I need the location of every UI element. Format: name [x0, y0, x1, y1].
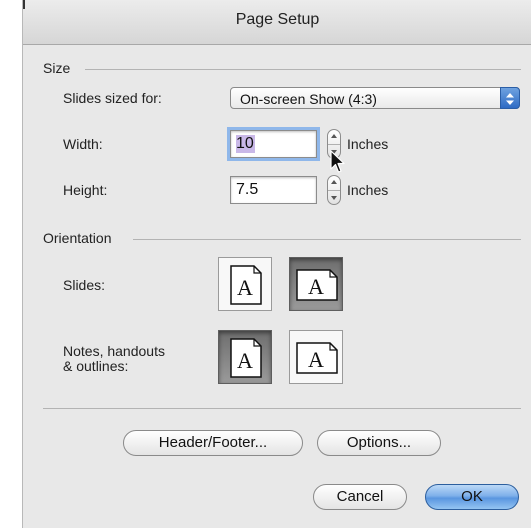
width-stepper[interactable] [327, 129, 341, 159]
size-section-rule [85, 69, 521, 70]
dialog-title: Page Setup [235, 11, 320, 28]
stepper-divider [328, 144, 340, 145]
dialog-divider [43, 408, 521, 409]
title-bar-corner-mark [23, 0, 25, 9]
size-section-label: Size [43, 60, 71, 76]
landscape-page-icon: A [296, 342, 338, 374]
notes-landscape-button[interactable]: A [289, 330, 343, 384]
page-glyph: A [308, 347, 324, 372]
width-field[interactable] [227, 127, 320, 161]
slides-sized-for-label: Slides sized for: [63, 90, 162, 106]
width-label: Width: [63, 136, 103, 152]
slides-sized-for-popup[interactable]: On-screen Show (4:3) [230, 87, 520, 109]
cancel-button[interactable]: Cancel [313, 484, 407, 510]
stepper-up-arrow-icon[interactable] [331, 179, 337, 185]
width-unit-label: Inches [347, 136, 389, 152]
options-button[interactable]: Options... [317, 430, 441, 456]
slides-orientation-label: Slides: [63, 277, 106, 293]
stepper-down-arrow-icon[interactable] [331, 195, 337, 201]
height-stepper[interactable] [327, 175, 341, 205]
slides-portrait-button[interactable]: A [218, 257, 272, 311]
stepper-divider [328, 190, 340, 191]
landscape-page-icon: A [296, 269, 338, 301]
slides-landscape-button[interactable]: A [289, 257, 343, 311]
height-unit-label: Inches [347, 182, 389, 198]
page-glyph: A [237, 275, 253, 300]
stepper-down-arrow-icon[interactable] [331, 149, 337, 155]
height-input[interactable] [231, 177, 316, 203]
orientation-section-rule [133, 239, 521, 240]
header-footer-button[interactable]: Header/Footer... [123, 430, 303, 456]
portrait-page-icon: A [230, 338, 262, 378]
page-setup-dialog: Page Setup Size Slides sized for: On-scr… [22, 0, 531, 528]
height-label: Height: [63, 182, 108, 198]
notes-portrait-button[interactable]: A [218, 330, 272, 384]
height-field[interactable] [230, 176, 317, 204]
width-input[interactable] [231, 131, 316, 157]
slides-sized-for-value: On-screen Show (4:3) [240, 91, 377, 107]
ok-button[interactable]: OK [425, 484, 519, 510]
page-glyph: A [308, 274, 324, 299]
title-bar[interactable]: Page Setup [23, 0, 531, 45]
portrait-page-icon: A [230, 265, 262, 305]
notes-label-line1: Notes, handouts [63, 343, 165, 359]
orientation-section-label: Orientation [43, 230, 112, 246]
stepper-up-arrow-icon[interactable] [331, 133, 337, 139]
updown-arrows-icon [500, 87, 520, 109]
notes-label-line2: & outlines: [63, 358, 129, 374]
notes-orientation-label: Notes, handouts & outlines: [63, 344, 165, 374]
page-glyph: A [237, 348, 253, 373]
